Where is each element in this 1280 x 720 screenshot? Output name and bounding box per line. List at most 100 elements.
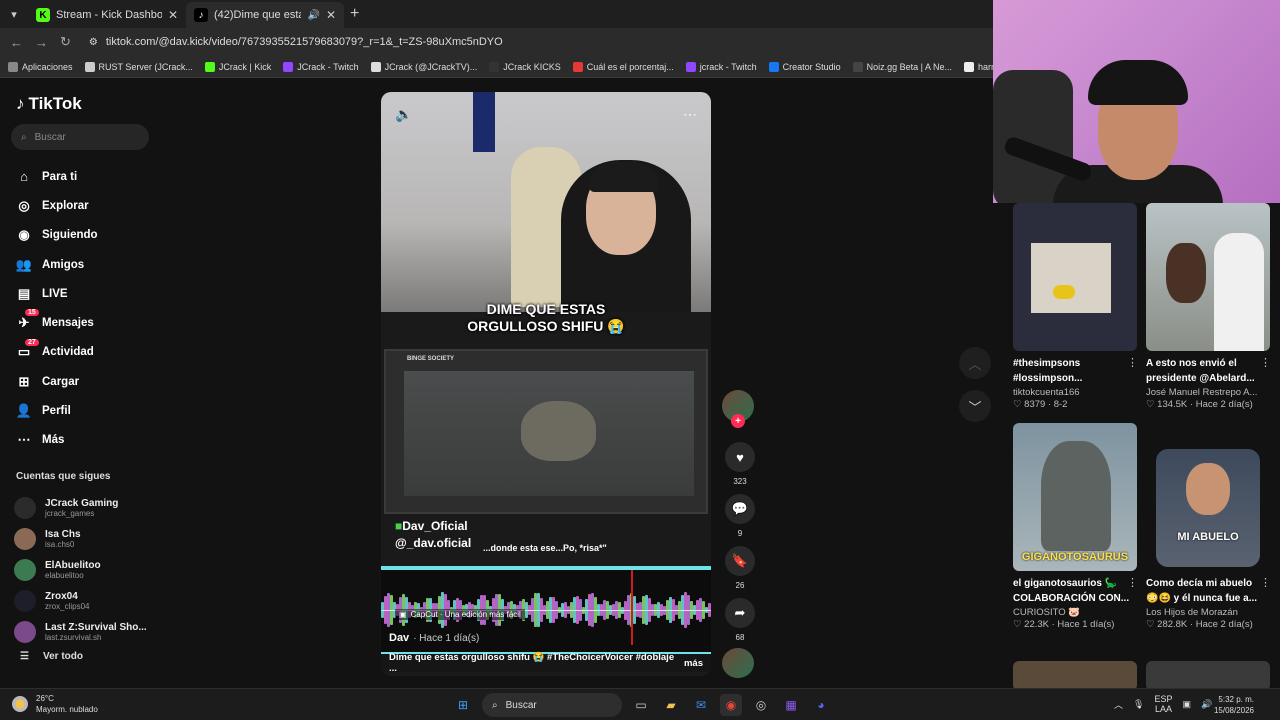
save-button[interactable]: 🔖 26 — [722, 546, 758, 590]
sidebar-item-para-ti[interactable]: ⌂ Para ti — [16, 162, 98, 191]
bookmark-item[interactable]: harmonicity — [964, 61, 993, 72]
bookmark-item[interactable]: JCrack | Kick — [204, 61, 271, 72]
comment-button[interactable]: 💬 9 — [722, 494, 758, 538]
back-icon[interactable]: ← — [10, 35, 23, 50]
bookmark-favicon-icon — [84, 61, 95, 72]
card-menu-icon[interactable]: ⋮ — [1260, 576, 1271, 589]
previous-video-button[interactable]: ︿ — [959, 347, 991, 379]
like-button[interactable]: ♥ 323 — [722, 442, 758, 486]
share-button[interactable]: ➦ 68 — [722, 598, 758, 642]
bookmark-item[interactable]: RUST Server (JCrack... — [84, 61, 193, 72]
recommended-card-partial[interactable] — [1013, 661, 1137, 688]
following-account[interactable]: Last Z:Survival Sho... last.zsurvival.sh — [14, 616, 147, 647]
video-player[interactable]: 🔈 ⋯ DIME QUE ESTAS ORGULLOSO SHIFU 😭 BIN… — [381, 92, 711, 676]
close-tab-icon[interactable]: ✕ — [168, 8, 178, 22]
follow-button[interactable]: + — [731, 414, 745, 428]
url-field[interactable]: ⚙ tiktok.com/@dav.kick/video/76739355215… — [89, 36, 503, 48]
language-indicator[interactable]: ESP LAA — [1154, 694, 1172, 714]
speaker-icon[interactable]: 🔊 — [307, 10, 319, 21]
volume-icon[interactable]: 🔈 — [395, 106, 412, 123]
file-explorer-icon[interactable]: ▰ — [660, 694, 682, 716]
avatar — [14, 589, 36, 612]
recommended-card[interactable]: GIGANOTOSAURUS el giganotosaurios 🦕 COLA… — [1013, 423, 1138, 630]
compass-icon: ◎ — [18, 197, 30, 213]
windows-start-icon[interactable]: ⊞ — [452, 694, 474, 716]
following-account[interactable]: Zrox04 zrox_clips04 — [14, 585, 147, 616]
sidebar-item-label: Perfil — [42, 405, 71, 418]
sidebar-item-perfil[interactable]: 👤 Perfil — [16, 396, 98, 425]
following-account[interactable]: Isa Chs isa.chs0 — [14, 523, 147, 554]
sidebar-item-actividad[interactable]: ▭ 27 Actividad — [16, 338, 98, 367]
site-info-icon[interactable]: ⚙ — [89, 37, 98, 48]
discord-icon[interactable]: ◕ — [810, 694, 832, 716]
tray-expand-icon[interactable]: ︿ — [1114, 698, 1123, 711]
card-stats: ♡ 282.8K · Hace 2 día(s) — [1146, 619, 1253, 630]
card-stats: ♡ 22.3K · Hace 1 día(s) — [1013, 619, 1115, 630]
sidebar-item-más[interactable]: ⋯ Más — [16, 426, 98, 455]
recommended-card[interactable]: MI ABUELO Como decía mi abuelo 😳😆 y él n… — [1146, 423, 1271, 630]
more-link[interactable]: más — [684, 658, 703, 669]
new-tab-button[interactable]: + — [350, 5, 359, 23]
sidebar-item-live[interactable]: ▤ LIVE — [16, 279, 98, 308]
recommended-card[interactable]: A esto nos envió el presidente @Abelard.… — [1146, 203, 1271, 410]
account-handle: isa.chs0 — [45, 539, 75, 549]
grid-app-icon[interactable]: ▦ — [780, 694, 802, 716]
chrome-icon[interactable]: ◉ — [720, 694, 742, 716]
close-tab-icon[interactable]: ✕ — [326, 8, 336, 22]
kick-favicon-icon: K — [36, 8, 50, 22]
tab-tiktok[interactable]: ♪ (42)Dime que estas orgullo 🔊 ✕ — [186, 2, 344, 28]
sidebar-item-cargar[interactable]: ⊞ Cargar — [16, 367, 98, 396]
bookmark-item[interactable]: Noiz.gg Beta | A Ne... — [852, 61, 952, 72]
sidebar-item-amigos[interactable]: 👥 Amigos — [16, 250, 98, 279]
forward-icon[interactable]: → — [35, 35, 48, 50]
task-view-icon[interactable]: ▭ — [630, 694, 652, 716]
sidebar-item-siguiendo[interactable]: ◉ Siguiendo — [16, 221, 97, 250]
bookmark-item[interactable]: jcrack - Twitch — [685, 61, 757, 72]
outlook-icon[interactable]: ✉ — [690, 694, 712, 716]
recommended-panel: #thesimpsons #lossimpson... tiktokcuenta… — [1003, 203, 1280, 688]
more-options-icon[interactable]: ⋯ — [683, 106, 697, 123]
thumb-label: GIGANOTOSAURUS — [1021, 551, 1129, 563]
bookmark-item[interactable]: JCrack KICKS — [489, 61, 561, 72]
obs-icon[interactable]: ◎ — [750, 694, 772, 716]
bookmark-item[interactable]: Creator Studio — [768, 61, 841, 72]
microphone-icon[interactable]: 🎙 — [1133, 699, 1144, 710]
weather-widget[interactable]: 26°C Mayorm. nublado — [12, 693, 98, 715]
card-menu-icon[interactable]: ⋮ — [1260, 356, 1271, 369]
tiktok-note-icon: ♪ — [16, 94, 25, 113]
taskbar-search[interactable]: ⌕ Buscar — [482, 693, 622, 717]
following-account[interactable]: JCrack Gaming jcrack_games — [14, 492, 147, 523]
thumb-child — [1166, 243, 1206, 303]
reload-icon[interactable]: ↻ — [60, 34, 71, 50]
volume-icon[interactable]: 🔊 — [1201, 699, 1212, 710]
recommended-card-partial[interactable] — [1146, 661, 1270, 688]
bookmark-item[interactable]: Cuál es el porcentaj... — [572, 61, 674, 72]
bookmark-item[interactable]: Aplicaciones — [8, 61, 73, 72]
bookmark-item[interactable]: JCrack - Twitch — [283, 61, 359, 72]
next-video-button[interactable]: ﹀ — [959, 390, 991, 422]
recommended-card[interactable]: #thesimpsons #lossimpson... tiktokcuenta… — [1013, 203, 1138, 410]
bookmark-item[interactable]: JCrack (@JCrackTV)... — [370, 61, 477, 72]
card-menu-icon[interactable]: ⋮ — [1127, 576, 1138, 589]
sound-avatar[interactable] — [722, 648, 754, 678]
capcut-icon: ▣ — [399, 610, 407, 619]
sidebar-item-mensajes[interactable]: ✈ 15 Mensajes — [16, 308, 98, 337]
see-all-button[interactable]: ☰ Ver todo — [20, 651, 83, 662]
network-icon[interactable]: ▣ — [1182, 699, 1191, 710]
capcut-badge[interactable]: ▣ CapCut · Una edición más fácil — [395, 609, 525, 620]
bookmark-favicon-icon — [768, 61, 779, 72]
system-clock[interactable]: 5:32 p. m. 15/08/2026 — [1214, 694, 1254, 716]
card-title: el giganotosaurios 🦕 COLABORACIÓN CON... — [1013, 578, 1130, 604]
following-title: Cuentas que sigues — [16, 471, 111, 482]
following-account[interactable]: ElAbuelitoo elabuelitoo — [14, 554, 147, 585]
creator-hair — [589, 162, 659, 192]
card-menu-icon[interactable]: ⋮ — [1127, 356, 1138, 369]
sidebar-item-explorar[interactable]: ◎ Explorar — [16, 191, 98, 220]
tab-search-icon[interactable]: ▾ — [0, 0, 28, 28]
notification-badge: 15 — [25, 309, 39, 317]
tab-kick-dashboard[interactable]: K Stream - Kick Dashboard ✕ — [28, 2, 186, 28]
search-input[interactable]: ⌕ Buscar — [11, 124, 149, 150]
video-author[interactable]: Dav · Hace 1 día(s) — [389, 632, 479, 644]
thumb-face — [1186, 463, 1230, 515]
tiktok-logo[interactable]: ♪ TikTok — [16, 94, 82, 114]
